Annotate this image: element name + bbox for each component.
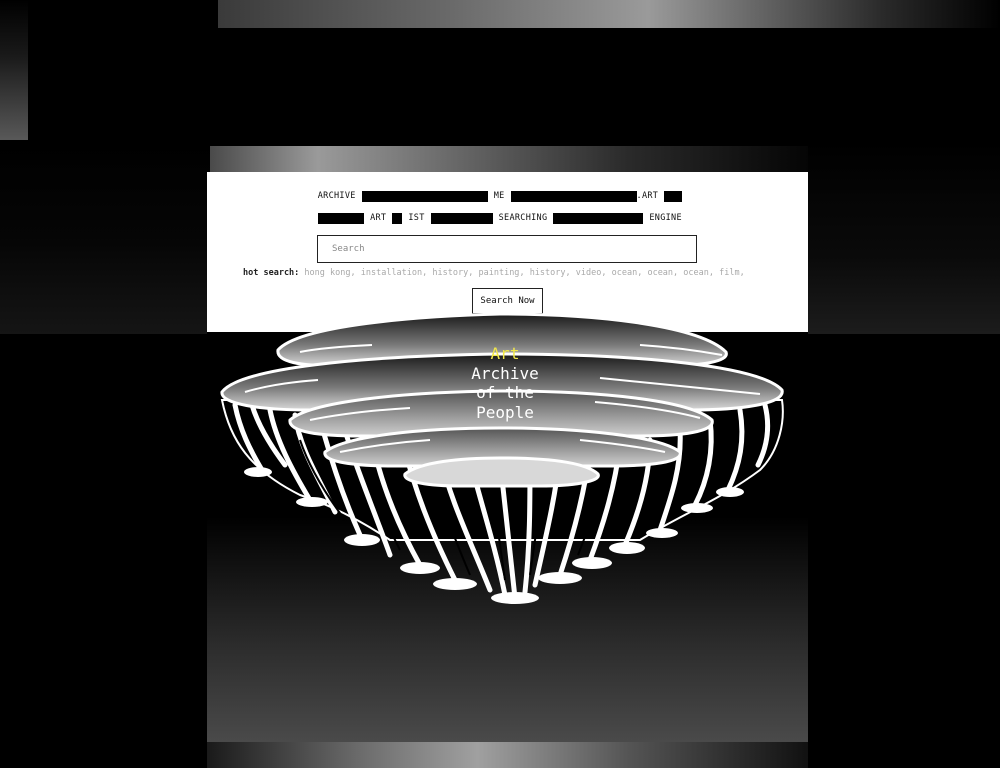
hot-search-tag[interactable]: video: [576, 268, 602, 278]
tag-separator: ,: [468, 268, 474, 278]
redaction-bar: [361, 190, 488, 202]
tag-separator: ,: [708, 268, 715, 278]
top-gradient-band: [218, 0, 1000, 28]
redaction-bar: [510, 190, 637, 202]
hot-search-label: hot search:: [243, 268, 300, 278]
hot-search-tag[interactable]: film: [719, 268, 739, 278]
bottom-gradient-band: [207, 742, 808, 768]
title-line: People: [476, 402, 534, 422]
redaction-bar: [664, 190, 683, 202]
redaction-bar: [318, 212, 365, 224]
tag-separator: ,: [422, 268, 428, 278]
redaction-bar: [430, 212, 493, 224]
redacted-header-line-2: ART IST SEARCHING ENGINE: [0, 211, 1000, 225]
redaction-bar: [392, 212, 403, 224]
header-word: ME: [493, 191, 505, 201]
tag-separator: ,: [519, 268, 525, 278]
header-word: SEARCHING: [498, 213, 548, 223]
hot-search-tag[interactable]: history: [530, 268, 566, 278]
title-line: Archive: [471, 363, 539, 383]
title-accent: Art: [490, 344, 520, 363]
left-gradient-band: [0, 0, 28, 142]
hot-search-tag[interactable]: painting: [478, 268, 519, 278]
header-word: ART: [370, 213, 387, 223]
tag-separator: ,: [637, 268, 643, 278]
hot-search-tags: hong kong, installation, history, painti…: [304, 268, 744, 278]
search-input[interactable]: [317, 235, 697, 263]
hot-search-tag[interactable]: ocean: [683, 268, 709, 278]
tag-separator: ,: [565, 268, 571, 278]
hot-search-tag[interactable]: hong kong: [304, 268, 350, 278]
tag-separator: ,: [601, 268, 607, 278]
right-panel-shade: [808, 140, 1000, 334]
hot-search-tag[interactable]: ocean: [612, 268, 638, 278]
hot-search-tag[interactable]: ocean: [647, 268, 673, 278]
tag-separator: ,: [739, 268, 745, 278]
site-title: Art Archive of the People: [430, 344, 580, 422]
tag-separator: ,: [673, 268, 679, 278]
left-panel-shade: [0, 140, 210, 334]
header-word: IST: [408, 213, 425, 223]
redacted-header-line-1: ARCHIVE ME .ART: [0, 189, 1000, 203]
hot-search-tag[interactable]: history: [432, 268, 468, 278]
header-word: ENGINE: [649, 213, 682, 223]
hot-search-row: hot search: hong kong, installation, his…: [243, 268, 783, 282]
tag-separator: ,: [350, 268, 356, 278]
redaction-bar: [553, 212, 644, 224]
hot-search-tag[interactable]: installation: [361, 268, 422, 278]
panel-top-gradient-band: [210, 146, 808, 174]
header-word: .ART: [636, 191, 659, 201]
header-word: ARCHIVE: [317, 191, 356, 201]
title-line: of the: [476, 383, 534, 402]
